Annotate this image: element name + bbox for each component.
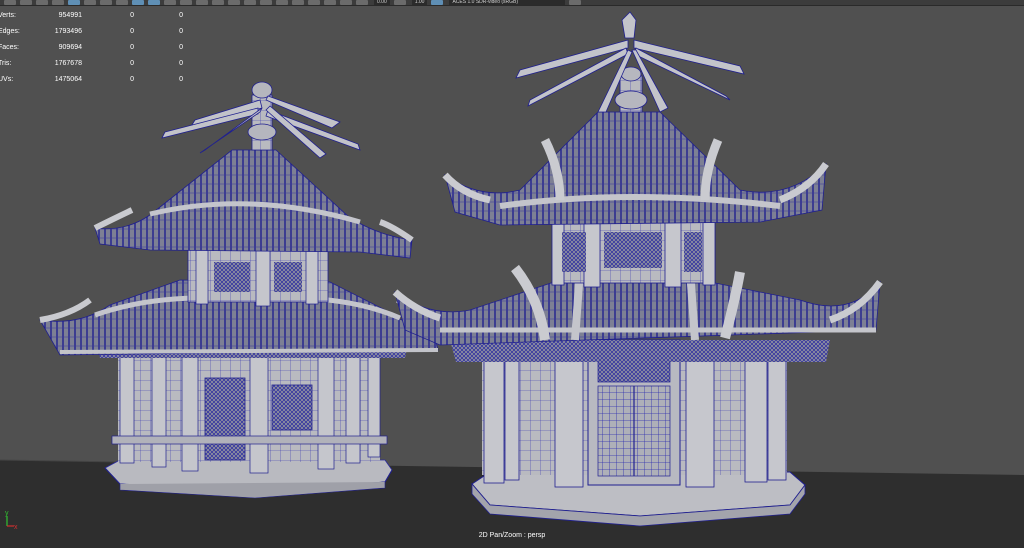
isolate-select-icon[interactable] [292, 0, 304, 5]
hud-selected: 0 [130, 43, 134, 51]
exposure-icon[interactable] [356, 0, 368, 5]
hud-total: 954991 [58, 11, 82, 19]
hud-selected: 0 [130, 59, 134, 67]
image-plane-icon[interactable] [52, 0, 64, 5]
hud-total: 1475064 [54, 75, 82, 83]
hud-components: 0 [179, 43, 183, 51]
camera-attributes-icon[interactable] [20, 0, 32, 5]
hud-total: 909694 [58, 43, 82, 51]
hud-components: 0 [179, 11, 183, 19]
ambient-occlusion-icon[interactable] [244, 0, 256, 5]
hud-row-verts: Verts: 954991 0 0 [0, 7, 183, 23]
hud-label: Tris: [0, 59, 12, 67]
gamma-icon[interactable] [393, 0, 406, 5]
anti-aliasing-icon[interactable] [276, 0, 288, 5]
x-axis-label: x [14, 524, 18, 531]
default-material-icon[interactable] [164, 0, 176, 5]
hud-total: 1767678 [54, 59, 82, 67]
left-pagoda-model[interactable] [39, 81, 439, 499]
hud-label: Faces: [0, 43, 20, 51]
gate-mask-icon[interactable] [116, 0, 128, 5]
y-axis-label: y [5, 510, 9, 517]
view-transform-dropdown[interactable]: ACES 1.0 SDR-video (sRGB) [449, 0, 566, 5]
view-axis-gizmo: y x [5, 510, 18, 531]
hud-label: UVs: [0, 75, 14, 83]
gamma-field[interactable]: 1.00 [411, 0, 428, 5]
panel-layout-icon[interactable] [569, 0, 582, 5]
wireframe-on-shaded-icon[interactable] [180, 0, 192, 5]
maya-viewport[interactable]: 0.00 1.00 ACES 1.0 SDR-video (sRGB) Vert… [0, 0, 1024, 548]
hud-row-edges: Edges: 1793496 0 0 [0, 23, 183, 39]
backface-culling-icon[interactable] [340, 0, 352, 5]
hud-label: Edges: [0, 27, 20, 35]
textured-icon[interactable] [196, 0, 208, 5]
hud-label: Verts: [0, 11, 16, 19]
hud-selected: 0 [130, 11, 134, 19]
hud-total: 1793496 [54, 27, 82, 35]
xray-joints-icon[interactable] [324, 0, 336, 5]
select-camera-icon[interactable] [4, 0, 16, 5]
hud-row-uvs: UVs: 1475064 0 0 [0, 71, 183, 87]
poly-count-hud: Verts: 954991 0 0 Edges: 1793496 0 0 Fac… [0, 7, 183, 87]
right-pagoda-model[interactable] [392, 11, 883, 527]
xray-icon[interactable] [308, 0, 320, 5]
hud-components: 0 [179, 59, 183, 67]
smooth-shade-icon[interactable] [148, 0, 160, 5]
viewport-toolbar: 0.00 1.00 ACES 1.0 SDR-video (sRGB) [0, 0, 1024, 6]
hud-components: 0 [179, 27, 183, 35]
bookmark-icon[interactable] [36, 0, 48, 5]
shadows-icon[interactable] [228, 0, 240, 5]
hud-row-faces: Faces: 909694 0 0 [0, 39, 183, 55]
resolution-gate-icon[interactable] [100, 0, 112, 5]
wireframe-icon[interactable] [132, 0, 144, 5]
film-gate-icon[interactable] [84, 0, 96, 5]
motion-blur-icon[interactable] [260, 0, 272, 5]
exposure-field[interactable]: 0.00 [374, 0, 390, 5]
grid-toggle-icon[interactable] [68, 0, 80, 5]
hud-selected: 0 [130, 27, 134, 35]
camera-name-label: 2D Pan/Zoom : persp [478, 532, 546, 539]
hud-selected: 0 [130, 75, 134, 83]
lights-icon[interactable] [212, 0, 224, 5]
hud-row-tris: Tris: 1767678 0 0 [0, 55, 183, 71]
hud-components: 0 [179, 75, 183, 83]
color-management-icon[interactable] [431, 0, 444, 5]
